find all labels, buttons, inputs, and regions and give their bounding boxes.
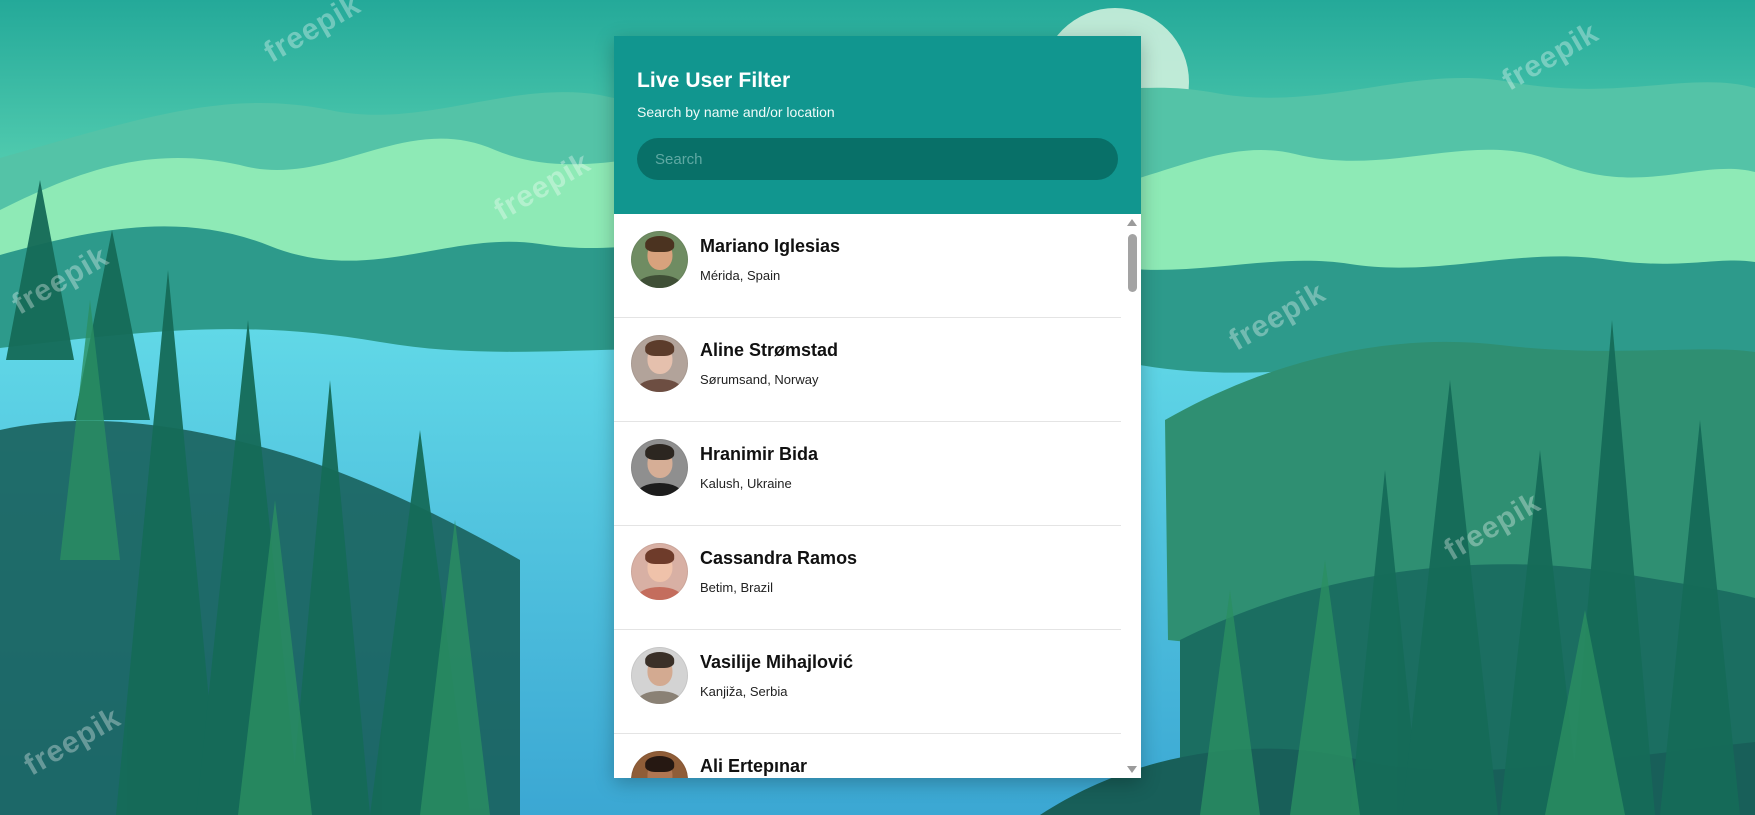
filter-header: Live User Filter Search by name and/or l… [614,36,1141,214]
user-name: Ali Ertepınar [700,756,808,776]
user-avatar [631,231,688,288]
vertical-scrollbar[interactable] [1123,214,1141,778]
user-name: Aline Strømstad [700,340,839,360]
avatar-hair [644,548,675,565]
user-avatar [631,647,688,704]
user-avatar [631,751,688,778]
user-list-item[interactable]: Vasilije Mihajlović Kanjiža, Serbia [614,630,1121,734]
user-name: Hranimir Bida [700,444,819,464]
scroll-up-arrow-icon[interactable] [1127,219,1137,226]
avatar-hair [644,236,675,253]
user-name: Mariano Iglesias [700,236,841,256]
user-location: Betim, Brazil [700,580,773,595]
scrollbar-thumb[interactable] [1128,234,1137,292]
avatar-clothes [635,483,684,496]
user-list: Mariano Iglesias Mérida, Spain Aline Strøm… [614,214,1121,778]
user-avatar [631,439,688,496]
user-location: Kanjiža, Serbia [700,684,788,699]
user-list-item[interactable]: Cassandra Ramos Betim, Brazil [614,526,1121,630]
user-list-item[interactable]: Hranimir Bida Kalush, Ukraine [614,422,1121,526]
user-list-container[interactable]: Mariano Iglesias Mérida, Spain Aline Strøm… [614,214,1141,778]
page-title: Live User Filter [637,69,791,92]
user-avatar [631,543,688,600]
page-subtitle: Search by name and/or location [637,104,835,120]
user-location: Mérida, Spain [700,268,781,283]
avatar-clothes [635,275,684,288]
avatar-hair [644,340,675,357]
avatar-clothes [635,379,684,392]
scroll-down-arrow-icon[interactable] [1127,766,1137,773]
user-list-item[interactable]: Ali Ertepınar [614,734,1121,778]
user-name: Vasilije Mihajlović [700,652,854,672]
user-location: Sørumsand, Norway [700,372,819,387]
user-list-item[interactable]: Aline Strømstad Sørumsand, Norway [614,318,1121,422]
avatar-hair [644,652,675,669]
live-user-filter-card: Live User Filter Search by name and/or l… [614,36,1141,778]
search-input[interactable] [637,138,1118,180]
user-list-item[interactable]: Mariano Iglesias Mérida, Spain [614,214,1121,318]
avatar-hair [644,444,675,461]
user-location: Kalush, Ukraine [700,476,792,491]
avatar-hair [644,756,675,773]
avatar-clothes [635,587,684,600]
user-name: Cassandra Ramos [700,548,858,568]
user-avatar [631,335,688,392]
avatar-clothes [635,691,684,704]
